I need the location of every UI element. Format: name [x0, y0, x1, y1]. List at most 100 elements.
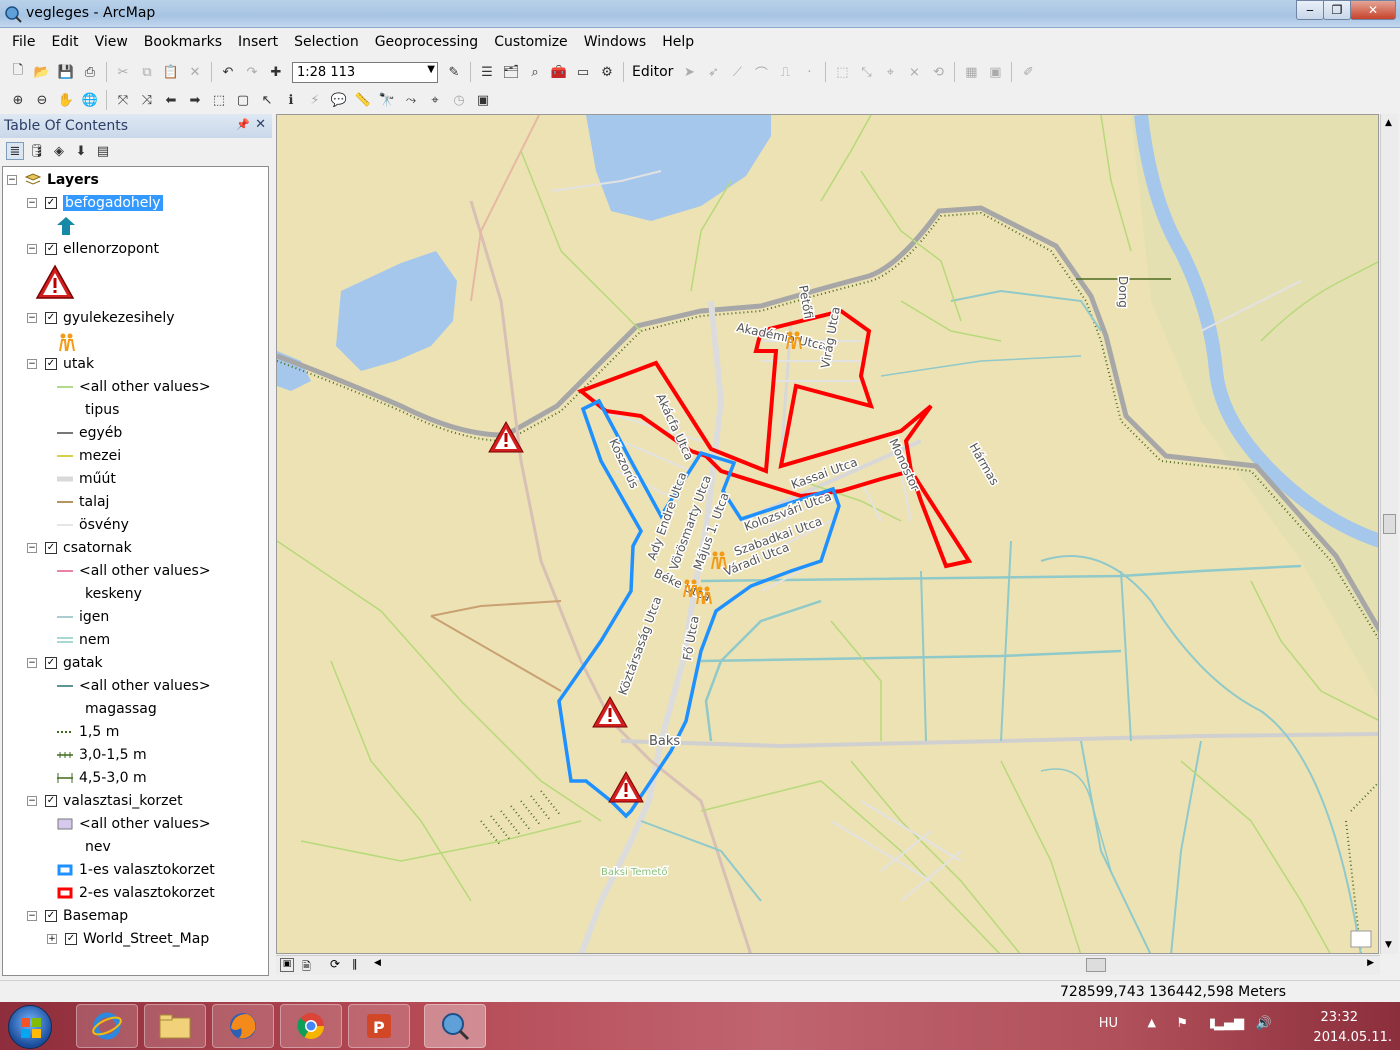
- editor-menu[interactable]: Editor: [632, 64, 673, 80]
- close-button[interactable]: ✕: [1350, 0, 1396, 20]
- hyperlink-icon[interactable]: ⚡: [305, 90, 325, 110]
- layer-valasztasi-korzet[interactable]: − ✓ valasztasi_korzet: [27, 790, 183, 812]
- point-icon[interactable]: ·: [799, 62, 819, 82]
- language-indicator[interactable]: HU: [1099, 1016, 1118, 1031]
- find-route-icon[interactable]: ⤳: [401, 90, 421, 110]
- edit-vertices-icon[interactable]: ⬚: [832, 62, 852, 82]
- close-icon[interactable]: ✕: [255, 117, 266, 132]
- visibility-checkbox[interactable]: ✓: [45, 312, 57, 324]
- measure-icon[interactable]: 📏: [353, 90, 373, 110]
- collapse-icon[interactable]: −: [27, 543, 37, 553]
- visibility-checkbox[interactable]: ✓: [45, 358, 57, 370]
- menu-edit[interactable]: Edit: [43, 34, 86, 50]
- list-by-selection-icon[interactable]: ⬇: [72, 142, 90, 160]
- menu-file[interactable]: File: [4, 34, 43, 50]
- scroll-thumb[interactable]: [1086, 958, 1106, 972]
- select-elements-icon[interactable]: ↖: [257, 90, 277, 110]
- collapse-icon[interactable]: −: [27, 796, 37, 806]
- clock-date[interactable]: 2014.05.11.: [1313, 1030, 1392, 1045]
- layer-gyulekezesihely[interactable]: − ✓ gyulekezesihely: [27, 307, 175, 329]
- menu-bookmarks[interactable]: Bookmarks: [136, 34, 230, 50]
- split-icon[interactable]: ⨯: [904, 62, 924, 82]
- list-by-drawing-order-icon[interactable]: ≣: [6, 142, 24, 160]
- map-vertical-scrollbar[interactable]: ▲ ▼: [1380, 114, 1398, 954]
- map-view[interactable]: Akácfa Utca Koszorús Akadémia Utca Virág…: [276, 114, 1379, 954]
- menu-windows[interactable]: Windows: [576, 34, 655, 50]
- sketch-properties-icon[interactable]: ▣: [985, 62, 1005, 82]
- zoom-in-icon[interactable]: ⊕: [8, 90, 28, 110]
- go-back-icon[interactable]: ⬅: [161, 90, 181, 110]
- menu-geoprocessing[interactable]: Geoprocessing: [367, 34, 486, 50]
- scroll-thumb[interactable]: [1383, 514, 1396, 534]
- menu-selection[interactable]: Selection: [286, 34, 367, 50]
- zoom-out-icon[interactable]: ⊖: [32, 90, 52, 110]
- edit-tool-icon[interactable]: ➤: [679, 62, 699, 82]
- visibility-checkbox[interactable]: ✓: [45, 197, 57, 209]
- pause-drawing-icon[interactable]: ‖: [352, 957, 358, 970]
- go-forward-icon[interactable]: ➡: [185, 90, 205, 110]
- scroll-left-icon[interactable]: ◀: [374, 958, 381, 968]
- map-canvas[interactable]: Akácfa Utca Koszorús Akadémia Utca Virág…: [277, 115, 1379, 954]
- refresh-icon[interactable]: ⟳: [330, 957, 340, 971]
- cut-polygons-icon[interactable]: ⌖: [880, 62, 900, 82]
- print-icon[interactable]: ⎙: [80, 62, 100, 82]
- expand-icon[interactable]: +: [47, 934, 57, 944]
- collapse-icon[interactable]: −: [27, 359, 37, 369]
- layers-root[interactable]: − Layers: [7, 169, 99, 191]
- redo-icon[interactable]: ↷: [242, 62, 262, 82]
- identify-icon[interactable]: ℹ: [281, 90, 301, 110]
- start-button[interactable]: [8, 1005, 52, 1049]
- reshape-icon[interactable]: ⤡: [856, 62, 876, 82]
- scroll-right-icon[interactable]: ▶: [1367, 958, 1374, 968]
- taskbar-explorer[interactable]: [144, 1004, 206, 1048]
- visibility-checkbox[interactable]: ✓: [45, 795, 57, 807]
- layout-view-icon[interactable]: ▣: [280, 958, 294, 972]
- map-tips-icon[interactable]: [1350, 930, 1372, 948]
- list-by-source-icon[interactable]: 🛢: [28, 142, 46, 160]
- straight-segment-icon[interactable]: ⟋: [727, 62, 747, 82]
- collapse-icon[interactable]: −: [27, 198, 37, 208]
- paste-icon[interactable]: 📋: [161, 62, 181, 82]
- clock-time[interactable]: 23:32: [1321, 1010, 1358, 1025]
- create-viewer-window-icon[interactable]: ▣: [473, 90, 493, 110]
- taskbar-firefox[interactable]: [212, 1004, 274, 1048]
- end-point-arc-icon[interactable]: ⌒: [751, 62, 771, 82]
- trace-icon[interactable]: ⎍: [775, 62, 795, 82]
- add-data-icon[interactable]: ✚: [266, 62, 286, 82]
- layer-basemap[interactable]: − ✓ Basemap: [27, 905, 128, 927]
- menu-insert[interactable]: Insert: [230, 34, 286, 50]
- open-folder-icon[interactable]: 📂: [32, 62, 52, 82]
- arctoolbox-icon[interactable]: 🧰: [549, 62, 569, 82]
- copy-icon[interactable]: ⧉: [137, 62, 157, 82]
- taskbar-powerpoint[interactable]: P: [348, 1004, 410, 1048]
- find-icon[interactable]: 🔭: [377, 90, 397, 110]
- layer-csatornak[interactable]: − ✓ csatornak: [27, 537, 132, 559]
- taskbar-internet-explorer[interactable]: [76, 1004, 138, 1048]
- html-popup-icon[interactable]: 💬: [329, 90, 349, 110]
- select-features-icon[interactable]: ⬚: [209, 90, 229, 110]
- clear-selection-icon[interactable]: ▢: [233, 90, 253, 110]
- catalog-icon[interactable]: 🗂: [501, 62, 521, 82]
- fixed-zoom-in-icon[interactable]: ⤧: [113, 90, 133, 110]
- map-scale-dropdown[interactable]: 1:28 113 ▼: [292, 61, 438, 83]
- visibility-checkbox[interactable]: ✓: [65, 933, 77, 945]
- save-icon[interactable]: 💾: [56, 62, 76, 82]
- menu-view[interactable]: View: [87, 34, 136, 50]
- create-features-icon[interactable]: ✐: [1018, 62, 1038, 82]
- editor-toolbar-icon[interactable]: ✎: [444, 62, 464, 82]
- data-view-icon[interactable]: 🗎: [302, 958, 311, 977]
- search-window-icon[interactable]: ⌕: [525, 62, 545, 82]
- time-slider-icon[interactable]: ◷: [449, 90, 469, 110]
- collapse-icon[interactable]: −: [27, 658, 37, 668]
- attributes-icon[interactable]: ▦: [961, 62, 981, 82]
- minimize-button[interactable]: ‒: [1296, 0, 1324, 20]
- collapse-icon[interactable]: −: [7, 175, 17, 185]
- menu-customize[interactable]: Customize: [486, 34, 576, 50]
- delete-icon[interactable]: ✕: [185, 62, 205, 82]
- collapse-icon[interactable]: −: [27, 244, 37, 254]
- action-center-icon[interactable]: ⚑: [1176, 1016, 1188, 1031]
- show-hidden-icons-icon[interactable]: ▲: [1148, 1016, 1156, 1029]
- taskbar-chrome[interactable]: [280, 1004, 342, 1048]
- pin-icon[interactable]: 📌: [236, 118, 250, 131]
- pan-icon[interactable]: ✋: [56, 90, 76, 110]
